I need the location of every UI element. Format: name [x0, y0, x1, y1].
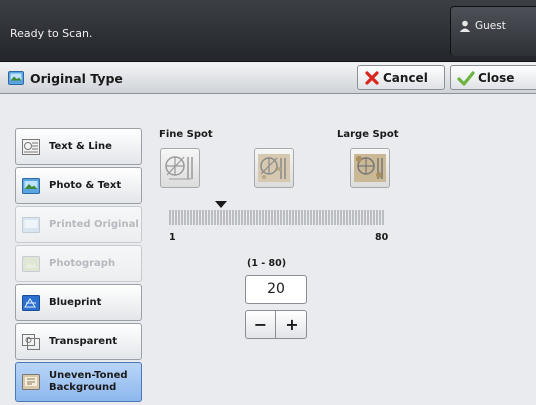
guest-label: Guest [475, 20, 506, 32]
status-message: Ready to Scan. [10, 27, 93, 40]
option-uneven-toned-background[interactable]: Uneven-Toned Background [15, 362, 142, 402]
option-transparent[interactable]: Transparent [15, 323, 142, 360]
text-and-line-icon [22, 139, 40, 155]
user-icon [459, 20, 471, 32]
guest-login-button[interactable]: Guest [450, 6, 536, 56]
title-bar: Original Type Cancel Close [0, 63, 536, 94]
option-printed-original: Printed Original [15, 206, 142, 243]
option-label: Photograph [49, 258, 116, 269]
checkmark-icon [457, 70, 475, 86]
page-title: Original Type [30, 71, 123, 86]
option-label: Transparent [49, 336, 117, 347]
option-text-and-line[interactable]: Text & Line [15, 128, 142, 165]
option-photograph: Photograph [15, 245, 142, 282]
fine-spot-icon [160, 148, 200, 188]
spot-value-stepper: − + [245, 310, 307, 339]
status-bar: Ready to Scan. Guest [0, 0, 536, 62]
original-type-icon [8, 71, 24, 85]
slider-thumb[interactable] [215, 201, 227, 208]
option-label: Photo & Text [49, 180, 122, 191]
range-label: (1 - 80) [247, 258, 287, 269]
spot-value-field[interactable]: 20 [245, 275, 307, 304]
option-label: Text & Line [49, 141, 112, 152]
close-label: Close [478, 70, 515, 85]
option-photo-and-text[interactable]: Photo & Text [15, 167, 142, 204]
decrement-button[interactable]: − [246, 311, 276, 338]
option-label: Blueprint [49, 297, 102, 308]
uneven-toned-background-icon [22, 374, 40, 390]
large-spot-label: Large Spot [337, 129, 399, 140]
blueprint-icon [22, 295, 40, 311]
printed-original-icon [22, 217, 40, 233]
photograph-icon [22, 256, 40, 272]
cancel-button[interactable]: Cancel [357, 65, 445, 90]
original-type-panel: Text & Line Photo & Text Printed Origina… [0, 95, 536, 405]
option-label: Uneven-Toned Background [49, 370, 128, 393]
medium-spot-icon [254, 148, 294, 188]
close-button[interactable]: Close [450, 65, 536, 90]
increment-button[interactable]: + [277, 311, 307, 338]
spot-removal-slider[interactable] [169, 209, 385, 226]
large-spot-icon [350, 148, 390, 188]
slider-max-label: 80 [375, 232, 389, 243]
cancel-x-icon [365, 70, 379, 85]
option-blueprint[interactable]: Blueprint [15, 284, 142, 321]
slider-min-label: 1 [169, 232, 176, 243]
fine-spot-label: Fine Spot [159, 129, 213, 140]
photo-and-text-icon [22, 178, 40, 194]
transparent-icon [22, 334, 40, 350]
option-label: Printed Original [49, 219, 139, 230]
cancel-label: Cancel [383, 70, 428, 85]
